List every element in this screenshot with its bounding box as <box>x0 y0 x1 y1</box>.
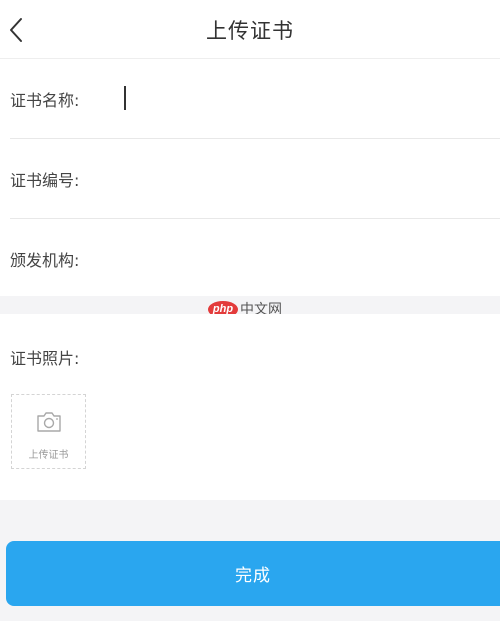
camera-icon <box>37 412 61 432</box>
certificate-name-input[interactable] <box>110 81 490 115</box>
name-label: 证书名称: <box>10 91 80 110</box>
nav-header: 上传证书 <box>0 0 500 59</box>
form-row-issuer: 颁发机构: <box>10 219 500 298</box>
certificate-form: 证书名称: 证书编号: 颁发机构: <box>0 59 500 296</box>
certificate-number-input[interactable] <box>110 161 490 195</box>
upload-photo-button[interactable]: 上传证书 <box>11 394 86 469</box>
form-row-number: 证书编号: <box>10 139 500 219</box>
issuing-authority-input[interactable] <box>110 241 490 275</box>
text-caret <box>124 86 126 110</box>
photo-label: 证书照片: <box>10 349 80 368</box>
photo-section: 证书照片: 上传证书 <box>0 314 500 500</box>
form-row-name: 证书名称: <box>10 59 500 139</box>
page-title: 上传证书 <box>206 19 294 43</box>
upload-label: 上传证书 <box>28 450 69 461</box>
upload-certificate-page: 上传证书 证书名称: 证书编号: 颁发机构: php 中文网 证书照片: 上传证… <box>0 0 500 621</box>
issuer-label: 颁发机构: <box>10 251 80 270</box>
number-label: 证书编号: <box>10 171 80 190</box>
done-button[interactable]: 完成 <box>6 541 500 606</box>
